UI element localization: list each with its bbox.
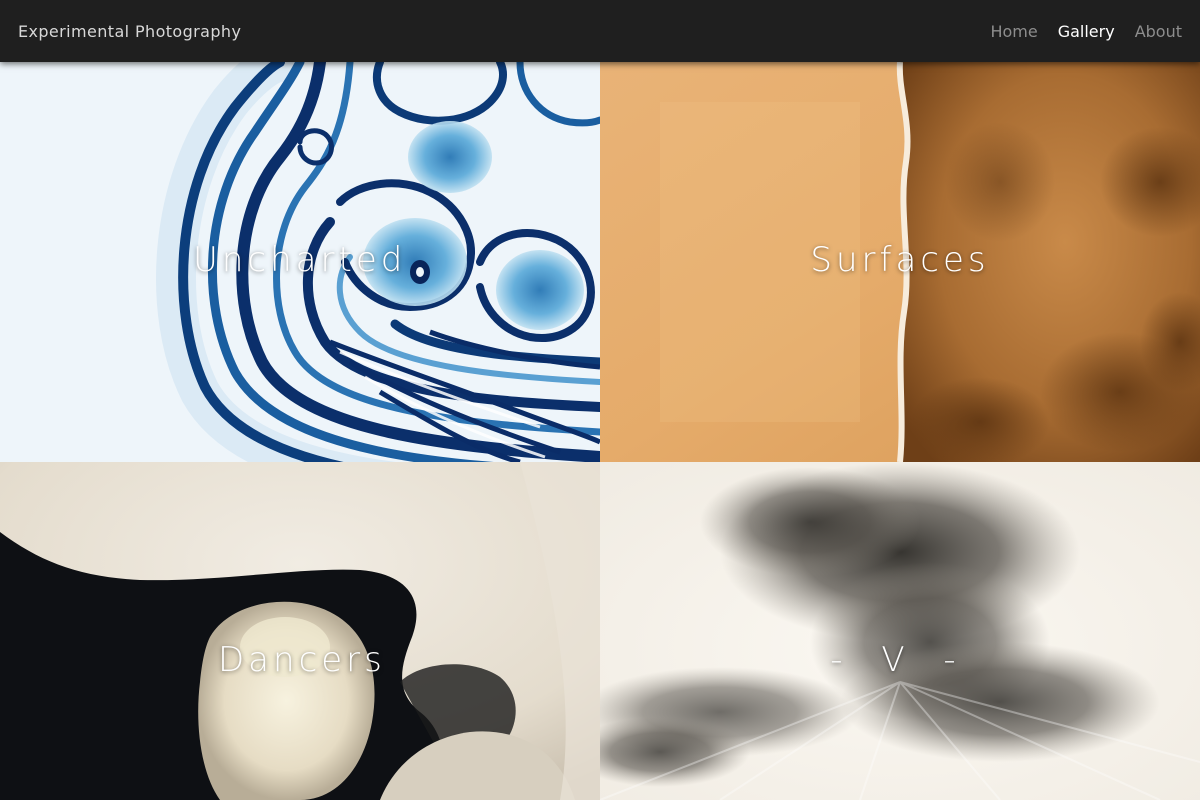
surfaces-image — [600, 62, 1200, 462]
nav-about-link[interactable]: About — [1135, 22, 1182, 41]
gallery-tile-v[interactable]: - V - — [600, 462, 1200, 800]
nav-gallery-link[interactable]: Gallery — [1058, 22, 1115, 41]
top-navigation-bar: Experimental Photography Home Gallery Ab… — [0, 0, 1200, 62]
uncharted-image — [0, 62, 600, 462]
gallery-grid: Uncharted Surfaces Dancers - V - — [0, 62, 1200, 800]
site-title[interactable]: Experimental Photography — [18, 22, 241, 41]
v-image — [600, 462, 1200, 800]
nav-home-link[interactable]: Home — [990, 22, 1037, 41]
gallery-tile-dancers[interactable]: Dancers — [0, 462, 600, 800]
gallery-tile-uncharted[interactable]: Uncharted — [0, 62, 600, 462]
gallery-tile-surfaces[interactable]: Surfaces — [600, 62, 1200, 462]
main-nav: Home Gallery About — [990, 22, 1182, 41]
dancers-image — [0, 462, 600, 800]
